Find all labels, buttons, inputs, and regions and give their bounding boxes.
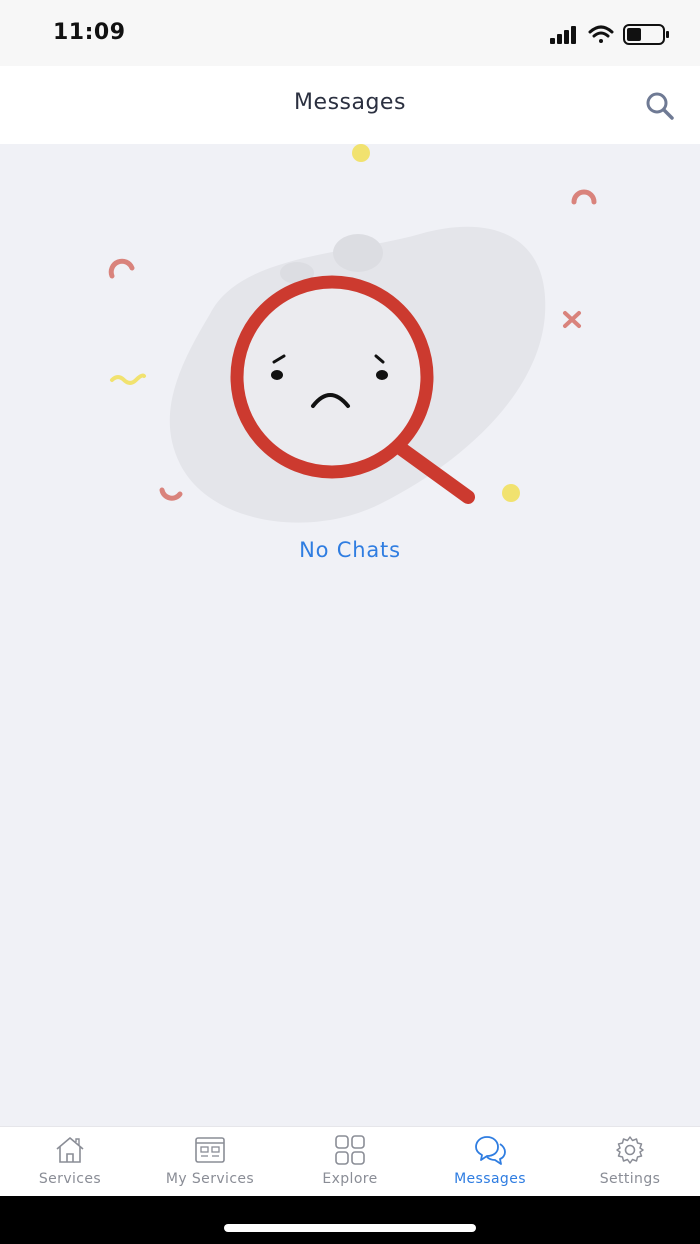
tab-label: Settings: [599, 1171, 661, 1187]
app-header: Messages: [0, 66, 700, 144]
cellular-signal-icon: [550, 26, 576, 44]
tab-messages[interactable]: Messages: [420, 1127, 560, 1197]
grid-icon: [335, 1135, 365, 1165]
tab-settings[interactable]: Settings: [560, 1127, 700, 1197]
empty-state-text: No Chats: [299, 538, 401, 562]
chat-bubbles-icon: [475, 1136, 506, 1165]
dashboard-icon: [195, 1137, 225, 1163]
tab-services[interactable]: Services: [0, 1127, 140, 1197]
battery-icon: [623, 24, 669, 45]
home-indicator[interactable]: [224, 1224, 476, 1232]
tab-label: Services: [38, 1171, 102, 1187]
empty-illustration: [100, 144, 620, 524]
wifi-icon: [588, 25, 614, 43]
home-icon: [56, 1137, 84, 1163]
status-bar: 11:09: [0, 0, 700, 66]
search-button[interactable]: [644, 90, 676, 122]
page-title: Messages: [294, 90, 406, 115]
bottom-tab-bar: Services My Services Explore Messages Se…: [0, 1126, 700, 1197]
tab-explore[interactable]: Explore: [280, 1127, 420, 1197]
status-time: 11:09: [53, 20, 126, 45]
sad-magnifier-icon: [108, 144, 597, 523]
messages-content: No Chats: [0, 144, 700, 1126]
status-icons: [550, 22, 672, 48]
tab-label: My Services: [165, 1171, 255, 1187]
home-indicator-area: [0, 1196, 700, 1244]
gear-icon: [616, 1136, 644, 1164]
tab-my-services[interactable]: My Services: [140, 1127, 280, 1197]
search-icon: [646, 92, 674, 120]
tab-label: Explore: [322, 1171, 378, 1187]
tab-label: Messages: [454, 1171, 526, 1187]
